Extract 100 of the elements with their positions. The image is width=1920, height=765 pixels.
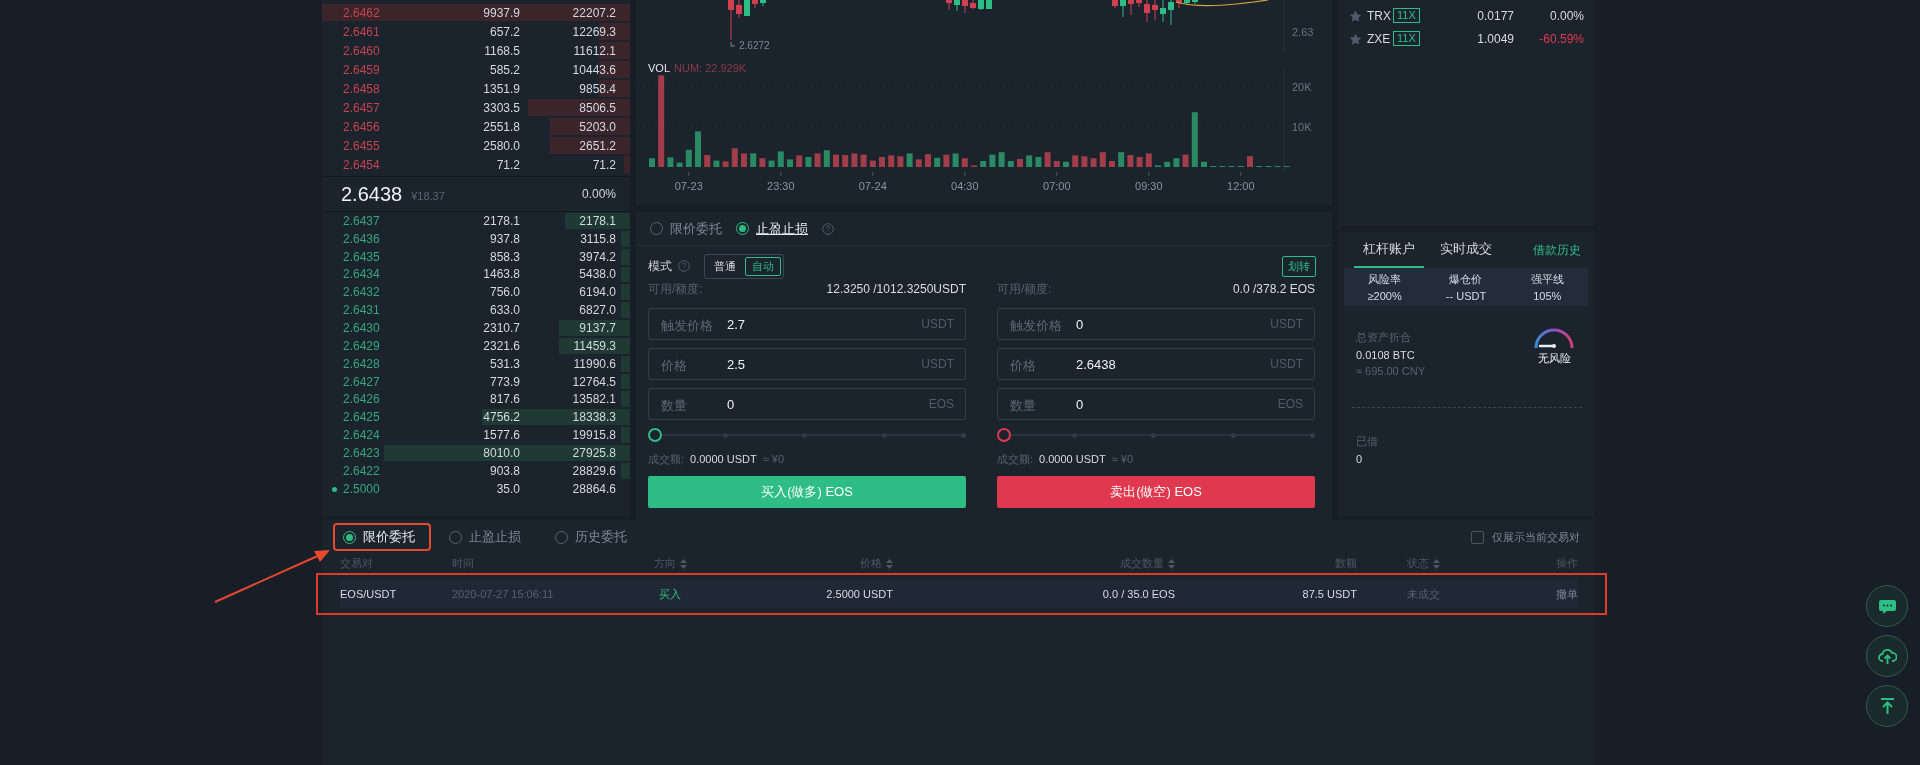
volume-bar — [934, 157, 941, 167]
amount-text: 1351.9 — [482, 81, 520, 96]
volume-bar — [879, 157, 885, 167]
order-book-row[interactable]: 2.6455 2580.0 2651.2 — [322, 136, 630, 155]
symbol-text: ZXE — [1367, 31, 1392, 46]
account-tab[interactable]: 实时成交 — [1431, 232, 1501, 268]
candle — [752, 0, 758, 9]
last-price: 2.6438 — [341, 182, 403, 206]
sell-button[interactable]: 卖出(做空) EOS — [997, 476, 1315, 508]
slider-thumb[interactable] — [997, 428, 1011, 442]
volume-bar — [676, 162, 683, 167]
help-icon[interactable] — [822, 222, 834, 235]
price-text: 2.6461 — [343, 24, 381, 39]
volume-bar — [1191, 112, 1198, 167]
total-text: 2651.2 — [578, 138, 616, 153]
order-book-row[interactable]: 2.6429 2321.6 11459.3 — [322, 336, 630, 355]
order-list-tab[interactable]: 限价委托 — [333, 523, 431, 551]
volume-bar — [1118, 152, 1125, 167]
unit-label: EOS — [1277, 397, 1303, 411]
unit-label: USDT — [921, 317, 954, 331]
mode-option[interactable]: 自动 — [745, 256, 781, 276]
order-book-row[interactable]: 2.6461 657.2 12269.3 — [322, 22, 630, 41]
order-list-tab[interactable]: 历史委托 — [545, 523, 643, 551]
leverage-tag: 11X — [1393, 8, 1420, 23]
order-book-row[interactable]: 2.6426 817.6 13582.1 — [322, 390, 630, 409]
float-button[interactable] — [1866, 585, 1908, 627]
order-book-row[interactable]: 2.6457 3303.5 8506.5 — [322, 98, 630, 117]
price-text: 2.6462 — [343, 5, 381, 20]
mode-label: 模式 — [648, 257, 672, 275]
order-book-row[interactable]: 2.6456 2551.8 5203.0 — [322, 117, 630, 136]
slider-thumb[interactable] — [648, 428, 662, 442]
total-text: 27925.8 — [571, 445, 616, 460]
volume-bar — [998, 152, 1005, 167]
available-value: 12.3250 /1012.3250USDT — [826, 282, 966, 296]
volume-bar — [925, 154, 931, 167]
order-book-row[interactable]: 2.6427 773.9 12764.5 — [322, 372, 630, 391]
candle — [1120, 0, 1126, 18]
order-book-row[interactable]: 2.6436 937.8 3115.8 — [322, 229, 630, 248]
field-label: 价格 — [1010, 357, 1036, 375]
total-text: 9137.7 — [578, 321, 616, 335]
order-book-row[interactable]: 2.6424 1577.6 19915.8 — [322, 426, 630, 444]
float-button[interactable] — [1866, 685, 1908, 727]
help-icon[interactable] — [678, 260, 690, 272]
price-text: 2.6422 — [343, 463, 381, 478]
order-book-row[interactable]: 2.6458 1351.9 9858.4 — [322, 79, 630, 98]
volume-bar — [842, 155, 849, 167]
amount-text: 2551.8 — [482, 119, 520, 134]
price-text: 2.6458 — [343, 81, 381, 96]
order-book-row[interactable]: 2.6460 1168.5 11612.1 — [322, 41, 630, 60]
filter-checkbox[interactable]: 仅展示当前交易对 — [1471, 529, 1580, 545]
stat-label: 强平线 — [1530, 272, 1564, 287]
order-book-row[interactable]: 2.6437 2178.1 2178.1 — [322, 212, 630, 230]
amount-text: 1168.5 — [483, 43, 520, 58]
star-icon[interactable] — [1349, 9, 1362, 22]
amount-text: 773.9 — [488, 374, 520, 389]
order-list-tab[interactable]: 止盈止损 — [439, 523, 537, 551]
order-book-row[interactable]: 2.6434 1463.8 5438.0 — [322, 265, 630, 284]
price-text: 2.6434 — [343, 267, 381, 282]
cancel-link[interactable]: 撤单 — [1556, 587, 1578, 600]
volume-bar — [814, 153, 821, 167]
field-label: 数量 — [661, 397, 687, 415]
volume-bar — [731, 148, 738, 167]
volume-bar — [759, 158, 766, 167]
order-type-tab[interactable]: 止盈止损 — [736, 219, 808, 238]
star-icon[interactable] — [1349, 32, 1362, 45]
total-text: 3974.2 — [578, 249, 616, 264]
total-text: 19915.8 — [571, 428, 616, 443]
history-link[interactable]: 借款历史 — [1533, 241, 1581, 259]
volume-bar — [897, 156, 904, 167]
volume-bar — [685, 149, 692, 167]
volume-bar — [1017, 159, 1023, 167]
stat-value: -- USDT — [1445, 290, 1487, 302]
order-book-row[interactable]: 2.6432 756.0 6194.0 — [322, 283, 630, 302]
order-book-row[interactable]: 2.6430 2310.7 9137.7 — [322, 319, 630, 337]
candle — [1192, 0, 1198, 5]
mode-option[interactable]: 普通 — [707, 256, 743, 276]
order-book-row[interactable]: 2.6431 633.0 6827.0 — [322, 301, 630, 320]
order-book-row[interactable]: 2.6454 71.2 71.2 — [322, 155, 630, 174]
order-book-row[interactable]: 2.6435 858.3 3974.2 — [322, 247, 630, 266]
order-book-row[interactable]: 2.6459 585.2 10443.6 — [322, 60, 630, 79]
order-book-row[interactable]: 2.6422 903.8 28829.6 — [322, 461, 630, 480]
order-book-row[interactable]: 2.6462 9937.9 22207.2 — [322, 3, 630, 22]
order-book-row[interactable]: 2.5000 35.0 28864.6 — [322, 479, 630, 498]
order-book-row[interactable]: 2.6428 531.3 11990.6 — [322, 354, 630, 373]
order-book-row[interactable]: 2.6423 8010.0 27925.8 — [322, 443, 630, 462]
symbol-text: TRX — [1367, 8, 1392, 23]
amount-text: 903.8 — [488, 463, 520, 478]
order-book-row[interactable]: 2.6425 4756.2 18338.3 — [322, 408, 630, 427]
volume-bar — [667, 157, 674, 167]
axis-label: 04:30 — [951, 180, 979, 192]
volume-bar — [961, 158, 968, 167]
volume-bar — [768, 160, 775, 167]
transfer-button[interactable]: 划转 — [1282, 255, 1316, 277]
price-text: 2.6435 — [343, 249, 381, 264]
order-type-tab[interactable]: 限价委托 — [650, 219, 722, 238]
table-cell-text: 2.5000 USDT — [825, 588, 893, 600]
volume-bar — [1201, 161, 1207, 167]
float-button[interactable] — [1866, 635, 1908, 677]
table-cell-text: 87.5 USDT — [1301, 588, 1357, 600]
candle — [1144, 0, 1150, 23]
